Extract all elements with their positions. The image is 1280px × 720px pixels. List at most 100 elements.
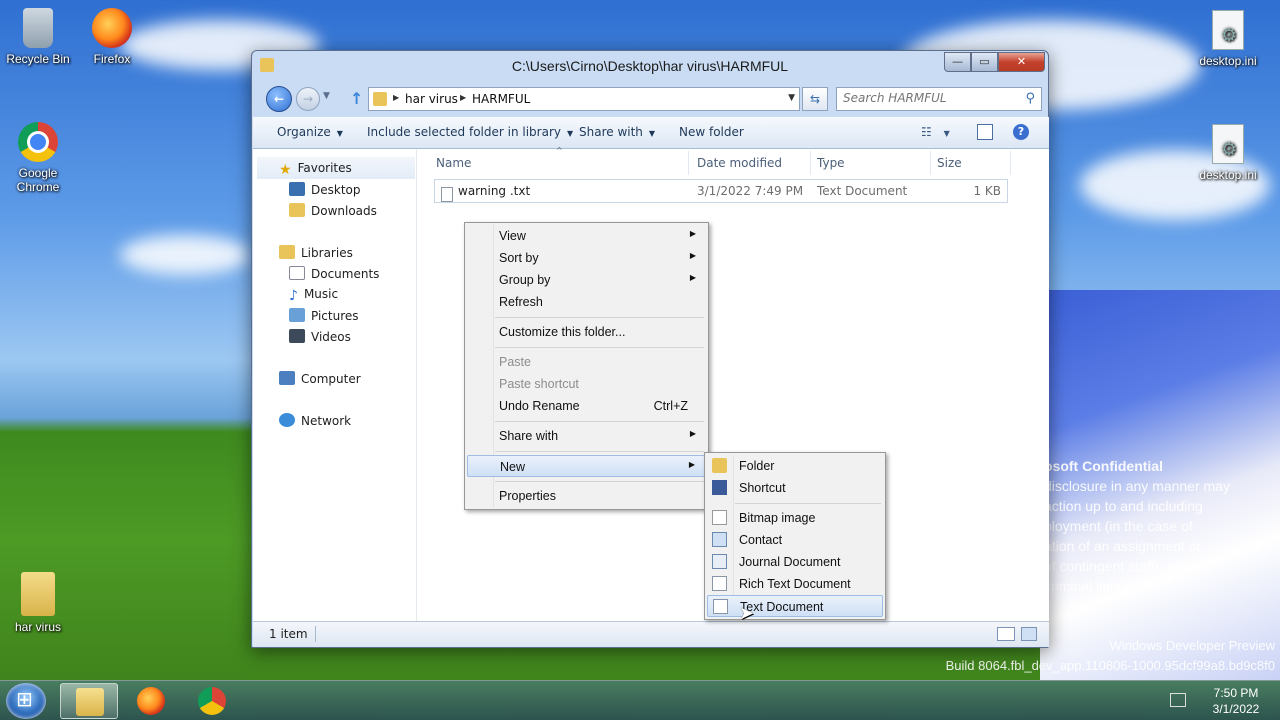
forward-button[interactable]: → [296,87,320,111]
nav-label: Videos [311,330,351,344]
new-folder-button[interactable]: New folder [679,125,744,139]
system-clock[interactable]: 7:50 PM 3/1/2022 [1196,685,1276,717]
desktop-icon-desktop-ini[interactable]: desktop.ini [1190,124,1266,182]
include-label: Include selected folder in library [367,125,561,139]
column-header-type[interactable]: Type [817,156,845,170]
pictures-icon [289,308,305,322]
desktop-icon-firefox[interactable]: Firefox [74,8,150,66]
new-journal-item[interactable]: Journal Document [707,551,883,573]
menu-label: View [499,229,526,243]
new-rich-text-item[interactable]: Rich Text Document [707,573,883,595]
nav-videos[interactable]: Videos [289,329,351,344]
file-name: warning .txt [458,184,531,198]
change-view-icon[interactable]: ☷ ▼ [921,125,950,139]
menu-label: Group by [499,273,551,287]
menu-label: Folder [739,459,775,473]
wallpaper-cloud [120,235,250,275]
nav-network[interactable]: Network [279,413,351,428]
column-header-name[interactable]: Name [436,156,471,170]
menu-label: Paste shortcut [499,377,579,391]
up-arrow-icon[interactable]: ↑ [350,89,363,108]
submenu-arrow-icon: ▶ [689,429,696,438]
watermark-line: action up to and including [1044,498,1203,514]
nav-documents[interactable]: Documents [289,266,379,281]
breadcrumb-item[interactable]: har virus [405,92,458,106]
menu-label: Paste [499,355,531,369]
network-tray-icon[interactable] [1170,693,1186,707]
nav-music[interactable]: ♪ Music [289,287,338,304]
desktop-icon-recycle-bin[interactable]: Recycle Bin [0,8,76,66]
help-icon[interactable]: ? [1013,124,1029,140]
menu-item-new[interactable]: New ▶ [467,455,706,477]
address-dropdown-icon[interactable]: ▼ [788,93,795,103]
large-icons-view-icon[interactable] [1021,627,1037,641]
menu-item-properties[interactable]: Properties [467,485,706,507]
include-in-library-menu[interactable]: Include selected folder in library ▼ [367,125,573,139]
menu-separator [735,503,881,504]
menu-separator [495,317,704,318]
start-button[interactable] [6,683,46,719]
breadcrumb-item[interactable]: HARMFUL [472,92,530,106]
file-type: Text Document [817,184,908,198]
nav-label: Documents [311,267,380,281]
confidential-watermark: osoft Confidential disclosure in any man… [1044,456,1230,596]
desktop-icon-label: desktop.ini [1199,168,1257,182]
share-with-menu[interactable]: Share with ▼ [579,125,655,139]
nav-downloads[interactable]: Downloads [289,203,377,218]
submenu-arrow-icon: ▶ [689,251,696,260]
preview-pane-icon[interactable] [977,124,993,140]
search-input[interactable] [843,91,1013,105]
watermark-title: osoft Confidential [1044,458,1163,474]
taskbar: 7:50 PM 3/1/2022 [0,680,1280,720]
menu-label: Contact [739,533,783,547]
maximize-button[interactable]: ▭ [971,52,998,72]
nav-desktop[interactable]: Desktop [289,182,361,197]
share-label: Share with [579,125,643,139]
taskbar-chrome-button[interactable] [183,683,241,719]
menu-item-refresh[interactable]: Refresh [467,291,706,313]
organize-menu[interactable]: Organize ▼ [277,125,343,139]
menu-label: Customize this folder... [499,325,626,339]
nav-libraries[interactable]: Libraries [279,245,353,260]
menu-item-customize-folder[interactable]: Customize this folder... [467,321,706,343]
menu-item-group-by[interactable]: Group by ▶ [467,269,706,291]
new-shortcut-item[interactable]: Shortcut [707,477,883,499]
desktop-icon-label: Google Chrome [16,166,60,194]
menu-separator [495,451,704,452]
nav-label: Pictures [311,309,359,323]
taskbar-explorer-button[interactable] [60,683,118,719]
file-row[interactable]: warning .txt 3/1/2022 7:49 PM Text Docum… [434,179,1008,203]
nav-computer[interactable]: Computer [279,371,361,386]
desktop-icon-desktop-ini[interactable]: desktop.ini [1190,10,1266,68]
desktop-icon-har-virus[interactable]: har virus [0,572,76,634]
column-header-date[interactable]: Date modified [697,156,782,170]
column-divider [810,151,811,175]
breadcrumb-chevron-icon[interactable]: ▶ [393,93,399,102]
sort-arrow-icon: ^ [556,146,563,155]
search-box[interactable]: ⚲ [836,87,1042,111]
new-bitmap-item[interactable]: Bitmap image [707,507,883,529]
title-bar[interactable]: C:\Users\Cirno\Desktop\har virus\HARMFUL… [252,51,1048,81]
address-bar[interactable]: ▶ har virus ▶ HARMFUL ▼ [368,87,800,111]
recent-pages-dropdown-icon[interactable]: ▼ [323,91,330,101]
search-icon[interactable]: ⚲ [1025,91,1035,106]
breadcrumb-chevron-icon[interactable]: ▶ [460,93,466,102]
nav-pictures[interactable]: Pictures [289,308,359,323]
close-button[interactable]: ✕ [998,52,1045,72]
new-text-document-item[interactable]: Text Document [707,595,883,617]
minimize-button[interactable]: — [944,52,971,72]
menu-item-undo-rename[interactable]: Undo Rename Ctrl+Z [467,395,706,417]
menu-item-sort-by[interactable]: Sort by ▶ [467,247,706,269]
refresh-button[interactable]: ⇆ [802,87,828,111]
back-button[interactable]: ← [266,86,292,112]
new-folder-item[interactable]: Folder [707,455,883,477]
details-view-icon[interactable] [997,627,1015,641]
new-contact-item[interactable]: Contact [707,529,883,551]
nav-favorites[interactable]: ★ Favorites [279,161,352,178]
taskbar-firefox-button[interactable] [122,683,180,719]
menu-item-share-with[interactable]: Share with ▶ [467,425,706,447]
column-header-size[interactable]: Size [937,156,962,170]
menu-item-view[interactable]: View ▶ [467,225,706,247]
desktop-icon-google-chrome[interactable]: Google Chrome [0,122,76,194]
nav-label: Libraries [301,246,353,260]
